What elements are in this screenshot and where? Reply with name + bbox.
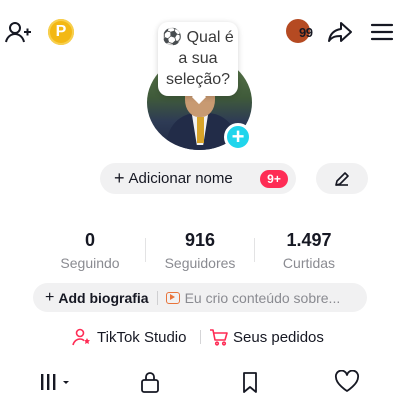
edit-profile-button[interactable] [316, 163, 368, 194]
plus-icon: + [45, 288, 55, 306]
orders-link[interactable]: Seus pedidos [209, 327, 324, 347]
stat-following-label: Seguindo [60, 255, 120, 271]
share-icon[interactable] [326, 18, 354, 46]
stat-followers-label: Seguidores [164, 255, 236, 271]
stat-divider [254, 238, 255, 262]
prompt-bubble[interactable]: ⚽ Qual é a sua seleção? [158, 22, 238, 105]
bio-divider [156, 290, 158, 305]
private-lock-tab-icon[interactable] [138, 370, 162, 394]
tiktok-studio-link[interactable]: TikTok Studio [72, 327, 186, 347]
plus-icon: + [114, 168, 125, 188]
add-bio-button[interactable]: + Add biografia Eu crio conteúdo sobre..… [33, 283, 367, 312]
cart-icon [210, 329, 228, 346]
pencil-icon [335, 171, 349, 186]
videos-grid-tab-icon[interactable] [37, 370, 73, 394]
studio-user-icon [72, 328, 90, 346]
coin-letter: P [55, 23, 67, 40]
stat-following[interactable]: 0 Seguindo [40, 230, 140, 271]
stat-following-value: 0 [84, 230, 95, 250]
add-name-button[interactable]: + Adicionar nome 9+ [100, 163, 296, 194]
liked-heart-tab-icon[interactable] [334, 370, 360, 394]
stat-likes-label: Curtidas [282, 255, 336, 271]
prompt-bubble-text: ⚽ Qual é a sua seleção? [162, 29, 234, 88]
saved-bookmark-tab-icon[interactable] [238, 370, 262, 394]
video-play-icon [165, 291, 180, 304]
notifications-count: 99 [299, 25, 313, 40]
coin-icon[interactable]: P [48, 19, 74, 45]
add-name-label: Adicionar nome [128, 170, 233, 187]
links-divider [200, 330, 201, 344]
stat-followers-value: 916 [184, 230, 216, 250]
add-photo-plus-icon[interactable]: + [224, 123, 252, 151]
studio-label: TikTok Studio [97, 328, 187, 346]
add-friend-icon[interactable] [4, 18, 32, 46]
notifications-avatar[interactable]: 99 [286, 19, 316, 45]
orders-label: Seus pedidos [233, 328, 324, 346]
stat-likes-value: 1.497 [286, 230, 332, 250]
bio-suggestion: Eu crio conteúdo sobre... [184, 289, 341, 306]
stat-divider [145, 238, 146, 262]
stat-followers[interactable]: 916 Seguidores [150, 230, 250, 271]
menu-icon[interactable] [370, 20, 394, 44]
add-bio-label: Add biografia [58, 289, 149, 306]
stat-likes[interactable]: 1.497 Curtidas [259, 230, 359, 271]
name-badge: 9+ [260, 170, 288, 188]
